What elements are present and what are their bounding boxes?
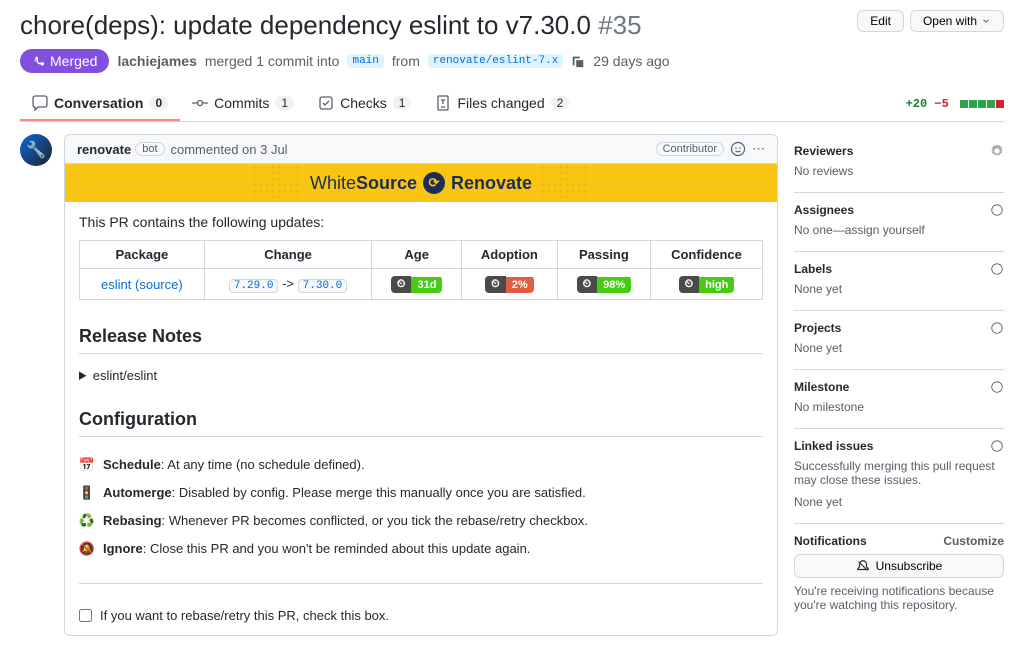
copy-icon[interactable] — [571, 54, 585, 68]
tab-commits[interactable]: Commits 1 — [180, 87, 306, 121]
source-link[interactable]: (source) — [135, 277, 183, 292]
gear-icon[interactable] — [990, 262, 1004, 276]
head-branch[interactable]: renovate/eslint-7.x — [428, 54, 563, 68]
rebase-checkbox[interactable] — [79, 609, 92, 622]
milestone-title: Milestone — [794, 380, 849, 394]
config-automerge: 🚦Automerge: Disabled by config. Please m… — [79, 479, 763, 507]
gear-icon[interactable] — [990, 144, 1004, 158]
intro-text: This PR contains the following updates: — [79, 214, 763, 230]
tab-conversation[interactable]: Conversation 0 — [20, 87, 180, 121]
bot-badge: bot — [135, 142, 164, 156]
gear-icon[interactable] — [990, 321, 1004, 335]
assignees-title: Assignees — [794, 203, 854, 217]
page-title: chore(deps): update dependency eslint to… — [20, 10, 642, 41]
merge-icon — [32, 54, 46, 68]
avatar[interactable]: 🔧 — [20, 134, 52, 166]
commits-count: 1 — [275, 96, 294, 110]
check-icon — [318, 95, 334, 111]
configuration-heading: Configuration — [79, 409, 763, 437]
linked-issues-title: Linked issues — [794, 439, 873, 453]
robot-icon: 🚦 — [79, 485, 95, 501]
customize-link[interactable]: Customize — [943, 534, 1004, 548]
mute-icon — [856, 559, 870, 573]
version-to[interactable]: 7.30.0 — [298, 279, 348, 293]
gear-icon[interactable] — [990, 439, 1004, 453]
diffstat: +20 −5 — [906, 97, 1004, 111]
merged-badge: Merged — [20, 49, 109, 73]
recycle-icon: ♻️ — [79, 513, 95, 529]
linked-issues-desc: Successfully merging this pull request m… — [794, 459, 1004, 487]
from-text: from — [392, 53, 420, 69]
projects-text: None yet — [794, 341, 1004, 355]
updates-table: Package Change Age Adoption Passing Conf… — [79, 240, 763, 300]
labels-text: None yet — [794, 282, 1004, 296]
reviewers-text: No reviews — [794, 164, 1004, 178]
config-schedule: 📅Schedule: At any time (no schedule defi… — [79, 451, 763, 479]
age-badge[interactable]: ⏲31d — [391, 276, 443, 293]
open-with-button[interactable]: Open with — [910, 10, 1004, 32]
comment-author[interactable]: renovate — [77, 142, 131, 157]
emoji-icon[interactable] — [730, 141, 746, 157]
gear-icon[interactable] — [990, 380, 1004, 394]
merged-text: merged 1 commit into — [205, 53, 340, 69]
config-rebasing: ♻️Rebasing: Whenever PR becomes conflict… — [79, 507, 763, 535]
conversation-count: 0 — [149, 96, 168, 110]
assign-yourself-link[interactable]: assign yourself — [845, 223, 925, 237]
files-changed-count: 2 — [551, 96, 570, 110]
time-ago: 29 days ago — [593, 53, 669, 69]
base-branch[interactable]: main — [347, 54, 383, 68]
adoption-badge[interactable]: ⏲2% — [485, 276, 534, 293]
release-notes-heading: Release Notes — [79, 326, 763, 354]
milestone-text: No milestone — [794, 400, 1004, 414]
passing-badge[interactable]: ⏲98% — [577, 276, 632, 293]
table-row: eslint (source) 7.29.0 -> 7.30.0 ⏲31d ⏲2… — [80, 269, 763, 300]
issue-number: #35 — [598, 10, 641, 40]
notifications-title: Notifications — [794, 534, 867, 548]
tab-files-changed[interactable]: Files changed 2 — [423, 87, 581, 121]
contributor-badge: Contributor — [656, 142, 724, 156]
package-link[interactable]: eslint — [101, 277, 131, 292]
reviewers-title: Reviewers — [794, 144, 853, 158]
notifications-reason: You're receiving notifications because y… — [794, 584, 1004, 612]
commit-icon — [192, 95, 208, 111]
renovate-banner: WhiteSource ⟳ Renovate — [65, 164, 777, 202]
chevron-down-icon — [981, 16, 991, 26]
comment-icon — [32, 95, 48, 111]
tab-checks[interactable]: Checks 1 — [306, 87, 423, 121]
confidence-badge[interactable]: ⏲high — [679, 276, 735, 293]
checks-count: 1 — [393, 96, 412, 110]
calendar-icon: 📅 — [79, 457, 95, 473]
ignore-icon: 🔕 — [79, 541, 95, 557]
gear-icon[interactable] — [990, 203, 1004, 217]
diff-icon — [435, 95, 451, 111]
commented-on[interactable]: commented on 3 Jul — [171, 142, 288, 157]
version-from[interactable]: 7.29.0 — [229, 279, 279, 293]
release-notes-summary[interactable]: eslint/eslint — [79, 368, 763, 383]
unsubscribe-button[interactable]: Unsubscribe — [794, 554, 1004, 578]
config-ignore: 🔕Ignore: Close this PR and you won't be … — [79, 535, 763, 563]
edit-button[interactable]: Edit — [857, 10, 904, 32]
checkbox-label: If you want to rebase/retry this PR, che… — [100, 608, 389, 623]
labels-title: Labels — [794, 262, 832, 276]
linked-issues-none: None yet — [794, 495, 1004, 509]
projects-title: Projects — [794, 321, 841, 335]
author-link[interactable]: lachiejames — [117, 53, 196, 69]
kebab-icon[interactable]: ⋯ — [752, 141, 765, 157]
renovate-logo-icon: ⟳ — [423, 172, 445, 194]
